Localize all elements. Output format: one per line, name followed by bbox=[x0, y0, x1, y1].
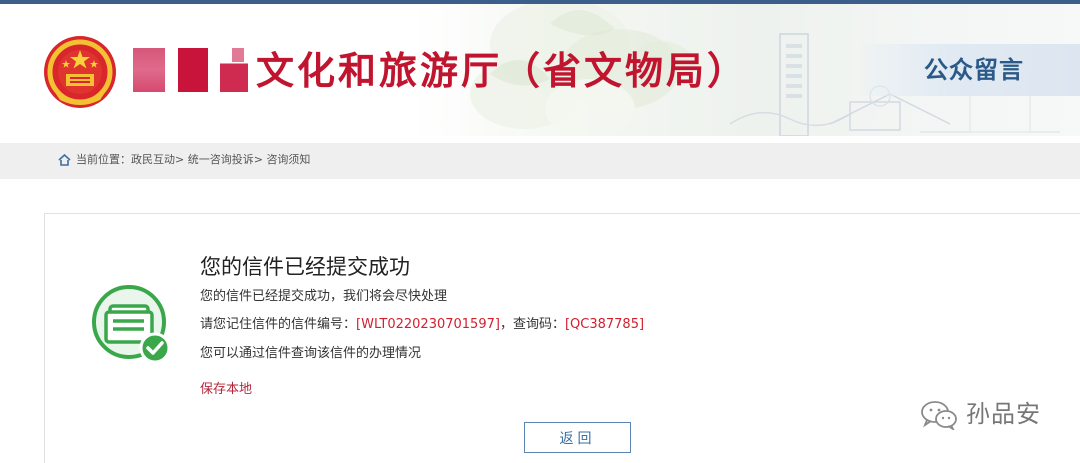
breadcrumb-item-consult[interactable]: 统一咨询投诉 bbox=[188, 153, 254, 166]
letter-success-icon bbox=[92, 285, 171, 364]
breadcrumb-separator: > bbox=[253, 153, 263, 166]
letter-number: [WLT0220230701597] bbox=[356, 317, 500, 332]
back-button[interactable]: 返回 bbox=[524, 422, 631, 453]
watermark-text: 孙品安 bbox=[966, 400, 1041, 428]
section-title: 公众留言 bbox=[924, 56, 1024, 84]
query-label: ，查询码： bbox=[499, 317, 565, 332]
query-code: [QC387785] bbox=[564, 317, 645, 332]
breadcrumb-item-notice[interactable]: 咨询须知 bbox=[266, 153, 310, 166]
breadcrumb-prefix: 当前位置： bbox=[76, 153, 131, 166]
home-icon[interactable] bbox=[58, 154, 71, 166]
redacted-logo-block bbox=[232, 48, 244, 62]
remember-prefix: 请您记住信件的信件编号： bbox=[200, 317, 357, 332]
redacted-logo-block bbox=[178, 48, 208, 92]
breadcrumb-item-interaction[interactable]: 政民互动 bbox=[131, 153, 175, 166]
redacted-logo-block bbox=[133, 48, 165, 92]
result-title: 您的信件已经提交成功 bbox=[200, 255, 410, 279]
agency-name: 文化和旅游厅（省文物局） bbox=[256, 48, 749, 93]
national-emblem-icon bbox=[44, 36, 116, 108]
page: 文化和旅游厅（省文物局） 公众留言 当前位置：政民互动> 统一咨询投诉> 咨询须… bbox=[0, 0, 1080, 463]
result-message: 您的信件已经提交成功，我们将会尽快处理 bbox=[200, 289, 448, 304]
breadcrumb-separator: > bbox=[175, 153, 185, 166]
query-hint: 您可以通过信件查询该信件的办理情况 bbox=[200, 346, 422, 361]
wechat-icon bbox=[921, 401, 957, 430]
letter-info: 请您记住信件的信件编号：[WLT0220230701597]，查询码：[QC38… bbox=[200, 316, 644, 334]
save-local-link[interactable]: 保存本地 bbox=[200, 381, 252, 399]
breadcrumb: 当前位置：政民互动> 统一咨询投诉> 咨询须知 bbox=[76, 152, 310, 168]
